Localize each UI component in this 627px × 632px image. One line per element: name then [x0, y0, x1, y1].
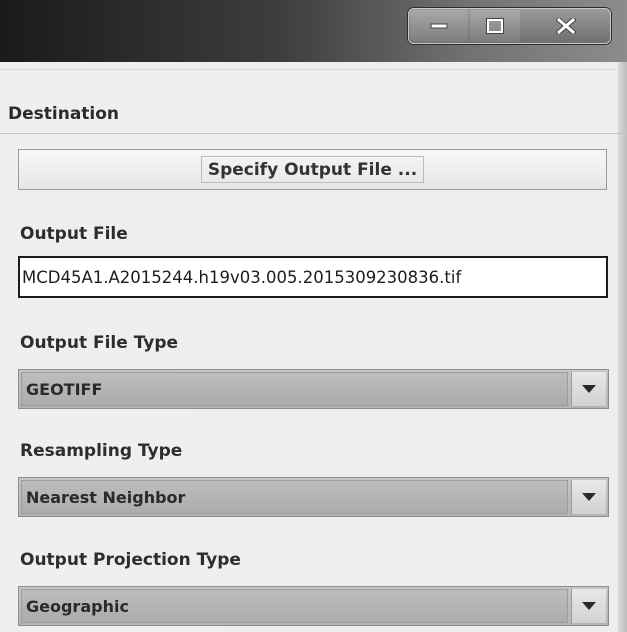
output-projection-type-value: Geographic — [21, 589, 568, 623]
close-button[interactable] — [522, 10, 609, 42]
output-projection-type-select[interactable]: Geographic — [18, 586, 609, 626]
chevron-down-icon — [582, 602, 596, 610]
output-projection-type-label: Output Projection Type — [20, 550, 241, 570]
specify-output-file-label: Specify Output File ... — [200, 156, 425, 183]
chevron-down-icon — [582, 385, 596, 393]
specify-output-file-button[interactable]: Specify Output File ... — [18, 149, 607, 190]
output-file-field[interactable]: MCD45A1.A2015244.h19v03.005.201530923083… — [18, 256, 608, 298]
maximize-icon — [486, 18, 504, 34]
maximize-button[interactable] — [470, 10, 520, 42]
minimize-button[interactable] — [410, 10, 468, 42]
minimize-icon — [430, 23, 448, 29]
output-file-type-label: Output File Type — [20, 333, 179, 353]
resampling-type-select[interactable]: Nearest Neighbor — [18, 477, 609, 517]
panel-right-edge — [618, 62, 627, 632]
output-file-type-value: GEOTIFF — [21, 372, 568, 406]
output-file-type-select[interactable]: GEOTIFF — [18, 369, 609, 409]
output-file-type-dropdown-button[interactable] — [571, 372, 606, 406]
top-divider — [0, 69, 627, 70]
resampling-type-dropdown-button[interactable] — [571, 480, 606, 514]
section-divider — [0, 133, 627, 134]
output-projection-type-dropdown-button[interactable] — [571, 589, 606, 623]
resampling-type-value: Nearest Neighbor — [21, 480, 568, 514]
section-title-destination: Destination — [8, 104, 120, 124]
resampling-type-label: Resampling Type — [20, 441, 183, 461]
window-controls — [408, 8, 611, 44]
output-file-label: Output File — [20, 224, 128, 244]
chevron-down-icon — [582, 493, 596, 501]
close-icon — [555, 18, 576, 34]
